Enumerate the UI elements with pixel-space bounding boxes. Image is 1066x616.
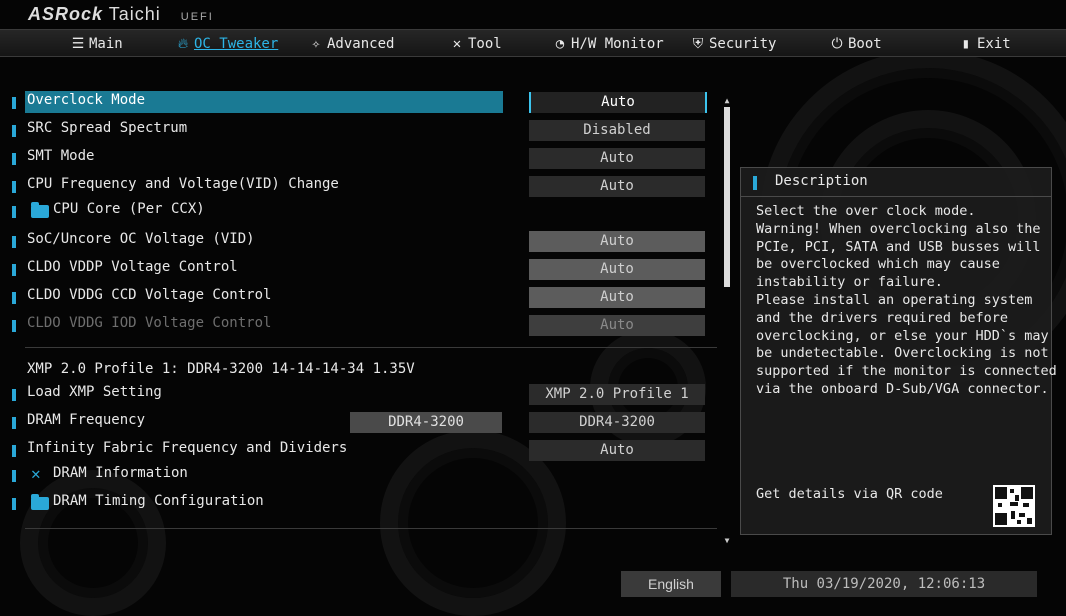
scrollbar-thumb[interactable] (724, 107, 730, 287)
setting-dram-frequency[interactable]: DRAM Frequency DDR4-3200 DDR4-3200 (0, 411, 720, 433)
description-text: Select the over clock mode. Warning! Whe… (756, 203, 1057, 397)
monitor-icon: ◔ (555, 36, 565, 52)
submenu-label: CPU Core (Per CCX) (53, 201, 205, 217)
brand-logo: ASRock Taichi UEFI (28, 4, 214, 25)
description-header: Description (741, 168, 1051, 197)
scroll-down-icon[interactable]: ▼ (723, 537, 731, 545)
row-marker (12, 320, 16, 332)
section-divider (25, 528, 717, 529)
row-marker (12, 125, 16, 137)
setting-value[interactable]: Disabled (529, 120, 705, 141)
setting-value[interactable]: Auto (529, 231, 705, 252)
tab-oc-tweaker[interactable]: 🔥︎ OC Tweaker (174, 33, 278, 55)
setting-label: CPU Frequency and Voltage(VID) Change (27, 176, 339, 192)
shield-icon: ⛨ (692, 36, 704, 52)
brand-name: ASRock (28, 4, 104, 24)
setting-value[interactable]: Auto (529, 315, 705, 336)
tools-icon: ✕ (452, 36, 462, 52)
tab-tool[interactable]: ✕ Tool (448, 33, 502, 55)
tab-hw-monitor[interactable]: ◔ H/W Monitor (551, 33, 664, 55)
tools-icon: ✕ (31, 464, 41, 483)
current-dram-frequency: DDR4-3200 (350, 412, 502, 433)
tab-advanced[interactable]: ✧ Advanced (307, 33, 395, 55)
scrollbar[interactable]: ▲ ▼ (723, 97, 731, 545)
submenu-cpu-core[interactable]: CPU Core (Per CCX) (0, 200, 720, 222)
setting-cldo-vddg-ccd-voltage[interactable]: CLDO VDDG CCD Voltage Control Auto (0, 286, 720, 308)
power-icon: ⏻ (831, 36, 843, 52)
description-title: Description (775, 173, 868, 189)
setting-value[interactable]: Auto (529, 259, 705, 280)
footer: English Thu 03/19/2020, 12:06:13 (0, 568, 1066, 600)
setting-value[interactable]: XMP 2.0 Profile 1 (529, 384, 705, 405)
setting-overclock-mode[interactable]: Overclock Mode Auto (0, 91, 720, 113)
qr-label: Get details via QR code (756, 486, 943, 502)
setting-label: DRAM Frequency (27, 412, 146, 428)
setting-value[interactable]: Auto (529, 440, 705, 461)
tab-main[interactable]: ☰ Main (69, 33, 123, 55)
setting-label: SRC Spread Spectrum (27, 120, 188, 136)
setting-label: SoC/Uncore OC Voltage (VID) (27, 231, 255, 247)
submenu-dram-information[interactable]: ✕ DRAM Information (0, 464, 720, 486)
tab-bar: ☰ Main 🔥︎ OC Tweaker ✧ Advanced ✕ Tool ◔ H/W … (0, 29, 1066, 57)
setting-label: Load XMP Setting (27, 384, 162, 400)
submenu-dram-timing[interactable]: DRAM Timing Configuration (0, 492, 720, 514)
setting-label: CLDO VDDP Voltage Control (27, 259, 238, 275)
setting-label: Infinity Fabric Frequency and Dividers (27, 440, 348, 456)
row-marker (12, 470, 16, 482)
row-marker (12, 445, 16, 457)
submenu-label: DRAM Information (53, 465, 188, 481)
datetime-display: Thu 03/19/2020, 12:06:13 (731, 571, 1037, 597)
row-marker (12, 389, 16, 401)
setting-value[interactable]: Auto (529, 92, 707, 113)
star-icon: ✧ (311, 36, 321, 52)
setting-soc-uncore-oc-voltage[interactable]: SoC/Uncore OC Voltage (VID) Auto (0, 230, 720, 252)
row-marker (12, 236, 16, 248)
description-panel: Description Select the over clock mode. … (740, 167, 1057, 535)
row-marker (12, 292, 16, 304)
setting-value[interactable]: Auto (529, 148, 705, 169)
tab-boot[interactable]: ⏻ Boot (828, 33, 881, 55)
setting-label: SMT Mode (27, 148, 95, 164)
setting-smt-mode[interactable]: SMT Mode Auto (0, 147, 720, 169)
qr-code (993, 485, 1035, 527)
brand-model: Taichi (108, 4, 161, 24)
language-button[interactable]: English (621, 571, 721, 597)
folder-icon (31, 202, 49, 218)
setting-value[interactable]: Auto (529, 176, 705, 197)
list-icon: ☰ (71, 36, 85, 52)
row-marker (12, 181, 16, 193)
setting-label: CLDO VDDG CCD Voltage Control (27, 287, 272, 303)
setting-value[interactable]: DDR4-3200 (529, 412, 705, 433)
row-marker (12, 97, 16, 109)
setting-value[interactable]: Auto (529, 287, 705, 308)
row-marker (12, 206, 16, 218)
submenu-label: DRAM Timing Configuration (53, 493, 264, 509)
setting-load-xmp[interactable]: Load XMP Setting XMP 2.0 Profile 1 (0, 383, 720, 405)
setting-src-spread-spectrum[interactable]: SRC Spread Spectrum Disabled (0, 119, 720, 141)
row-marker (12, 153, 16, 165)
header: ASRock Taichi UEFI ☰ Main 🔥︎ OC Tweaker ✧ A… (0, 0, 1066, 57)
setting-infinity-fabric[interactable]: Infinity Fabric Frequency and Dividers A… (0, 439, 720, 461)
row-marker (12, 498, 16, 510)
tab-exit[interactable]: ▮ Exit (957, 33, 1011, 55)
setting-cpu-freq-voltage-change[interactable]: CPU Frequency and Voltage(VID) Change Au… (0, 175, 720, 197)
setting-cldo-vddp-voltage[interactable]: CLDO VDDP Voltage Control Auto (0, 258, 720, 280)
setting-cldo-vddg-iod-voltage[interactable]: CLDO VDDG IOD Voltage Control Auto (0, 314, 720, 336)
setting-label: CLDO VDDG IOD Voltage Control (27, 315, 272, 331)
xmp-profile-info: XMP 2.0 Profile 1: DDR4-3200 14-14-14-34… (27, 361, 415, 377)
folder-icon (31, 494, 49, 510)
scroll-up-icon[interactable]: ▲ (723, 97, 731, 105)
row-marker (12, 417, 16, 429)
tab-security[interactable]: ⛨ Security (689, 33, 777, 55)
brand-uefi: UEFI (180, 11, 214, 23)
exit-door-icon: ▮ (961, 36, 971, 52)
setting-label: Overclock Mode (27, 92, 146, 108)
row-marker (12, 264, 16, 276)
section-divider (25, 347, 717, 348)
flame-icon: 🔥︎ (177, 36, 189, 52)
